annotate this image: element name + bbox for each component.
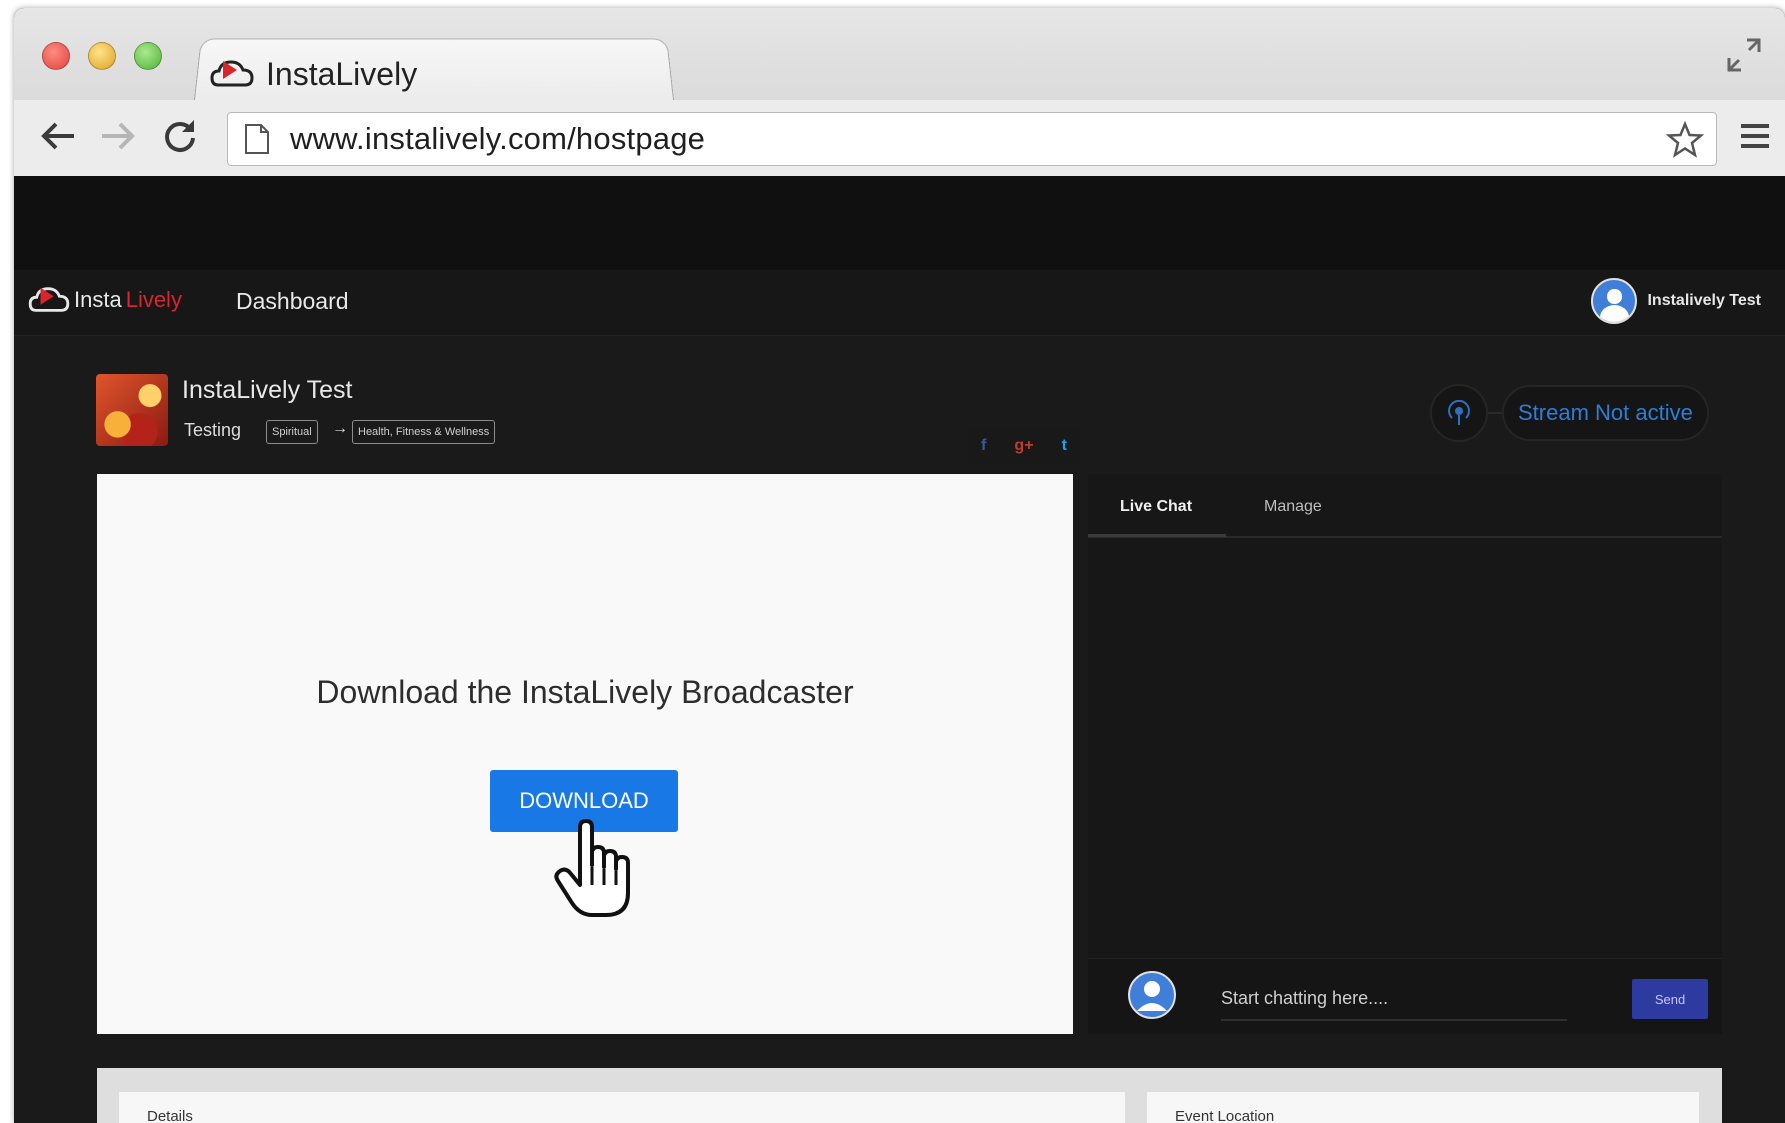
- address-bar[interactable]: www.instalively.com/hostpage: [227, 112, 1717, 166]
- details-label: Details: [147, 1108, 193, 1123]
- logo-text-insta: Insta: [74, 287, 122, 313]
- browser-window: InstaLively www.instalively.com/hostpage: [14, 8, 1785, 1123]
- category-tag: Spiritual: [266, 420, 318, 444]
- chat-message-input[interactable]: [1221, 977, 1567, 1021]
- download-heading: Download the InstaLively Broadcaster: [97, 674, 1073, 711]
- category-arrow: →: [332, 420, 348, 438]
- chat-panel: Live Chat Manage Send: [1088, 474, 1722, 1034]
- user-avatar: [1591, 278, 1637, 324]
- forward-arrow-icon: [100, 121, 136, 151]
- subcategory-tag: Health, Fitness & Wellness: [352, 420, 495, 444]
- minimize-window-button[interactable]: [88, 42, 116, 70]
- nav-dashboard-link[interactable]: Dashboard: [236, 288, 349, 315]
- page-icon: [244, 123, 270, 155]
- stream-status-badge: Stream Not active: [1502, 385, 1709, 441]
- host-tagline: Testing: [184, 420, 241, 441]
- user-menu[interactable]: Instalively Test: [1591, 278, 1761, 324]
- active-tab-indicator: [1088, 534, 1226, 537]
- event-location-card: Event Location: [1147, 1092, 1699, 1123]
- close-window-button[interactable]: [42, 42, 70, 70]
- host-thumbnail: [96, 374, 168, 446]
- url-text[interactable]: www.instalively.com/hostpage: [290, 113, 705, 165]
- details-card: Details: [119, 1092, 1125, 1123]
- facebook-icon[interactable]: f: [981, 437, 986, 455]
- user-name: Instalively Test: [1647, 292, 1761, 310]
- host-name: InstaLively Test: [182, 376, 352, 405]
- zoom-window-button[interactable]: [134, 42, 162, 70]
- back-button[interactable]: [36, 114, 80, 158]
- browser-tab-content: InstaLively: [210, 52, 417, 96]
- send-button[interactable]: Send: [1632, 979, 1708, 1019]
- reload-button[interactable]: [158, 114, 202, 158]
- social-share-bar: f g+ t: [967, 428, 1081, 464]
- instalively-logo[interactable]: Insta Lively: [28, 284, 182, 316]
- browser-chrome: InstaLively www.instalively.com/hostpage: [14, 8, 1785, 176]
- tab-live-chat[interactable]: Live Chat: [1120, 498, 1192, 516]
- app-header: Insta Lively Dashboard Instalively Test: [14, 270, 1785, 336]
- back-arrow-icon: [40, 121, 76, 151]
- forward-button[interactable]: [96, 114, 140, 158]
- instalively-favicon-icon: [210, 57, 254, 91]
- fullscreen-icon[interactable]: [1725, 36, 1763, 74]
- hand-pointer-icon: [552, 819, 638, 919]
- top-band: [14, 176, 1785, 270]
- web-page: Insta Lively Dashboard Instalively Test I…: [14, 176, 1785, 1123]
- tab-title: InstaLively: [266, 56, 417, 93]
- browser-toolbar: www.instalively.com/hostpage: [14, 100, 1785, 176]
- chat-tabs: Live Chat Manage: [1088, 474, 1722, 538]
- chat-user-avatar-icon: [1128, 971, 1176, 1019]
- twitter-icon[interactable]: t: [1062, 437, 1067, 455]
- reload-icon: [162, 118, 198, 154]
- video-panel: Download the InstaLively Broadcaster DOW…: [97, 474, 1073, 1034]
- event-location-label: Event Location: [1175, 1108, 1274, 1123]
- chat-composer: Send: [1088, 958, 1722, 1034]
- tab-manage[interactable]: Manage: [1264, 498, 1322, 516]
- broadcast-icon: [1430, 384, 1488, 442]
- menu-icon[interactable]: [1733, 114, 1777, 158]
- bookmark-star-icon[interactable]: [1666, 121, 1704, 159]
- stream-status-widget: Stream Not active: [1430, 384, 1709, 442]
- logo-text-lively: Lively: [126, 287, 182, 313]
- google-plus-icon[interactable]: g+: [1014, 437, 1033, 455]
- details-section: Details Event Location: [97, 1068, 1722, 1123]
- logo-cloud-icon: [28, 284, 70, 316]
